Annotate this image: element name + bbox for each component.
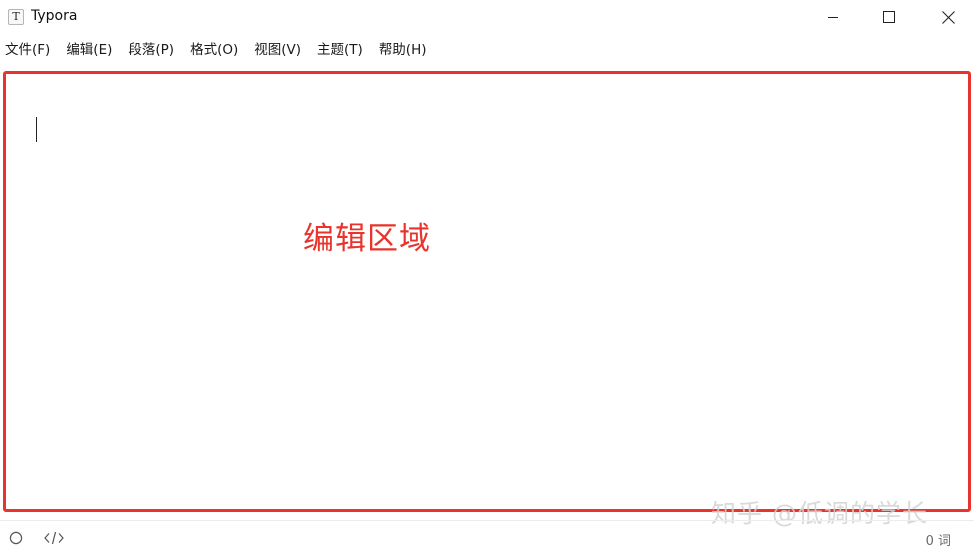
minimize-icon	[828, 17, 838, 18]
circle-outline-icon	[9, 531, 23, 545]
menu-bar: 文件(F) 编辑(E) 段落(P) 格式(O) 视图(V) 主题(T) 帮助(H…	[0, 38, 438, 62]
menu-help[interactable]: 帮助(H)	[379, 39, 427, 61]
word-count[interactable]: 0 词	[926, 530, 951, 549]
window-title: Typora	[31, 8, 78, 24]
editor-area[interactable]: 编辑区域	[3, 71, 971, 512]
menu-theme[interactable]: 主题(T)	[317, 39, 363, 61]
close-icon	[941, 10, 955, 24]
text-caret	[36, 117, 37, 142]
menu-format[interactable]: 格式(O)	[190, 39, 238, 61]
menu-file[interactable]: 文件(F)	[5, 39, 50, 61]
menu-edit[interactable]: 编辑(E)	[66, 39, 112, 61]
title-bar[interactable]: T Typora	[0, 0, 974, 34]
close-button[interactable]	[925, 0, 971, 34]
menu-paragraph[interactable]: 段落(P)	[128, 39, 174, 61]
editor-area-annotation: 编辑区域	[303, 221, 431, 257]
menu-view[interactable]: 视图(V)	[254, 39, 301, 61]
maximize-button[interactable]	[866, 0, 912, 34]
minimize-button[interactable]	[810, 0, 856, 34]
typora-app-icon: T	[8, 9, 24, 25]
typora-window: T Typora 文件(F) 编辑(E) 段落(P) 格式(O) 视图(V) 主…	[0, 0, 974, 552]
status-bar: 0 词	[0, 520, 974, 552]
code-brackets-icon	[44, 531, 64, 545]
sidebar-toggle-button[interactable]	[9, 530, 23, 549]
source-code-toggle-button[interactable]	[44, 530, 64, 549]
maximize-icon	[883, 11, 895, 23]
